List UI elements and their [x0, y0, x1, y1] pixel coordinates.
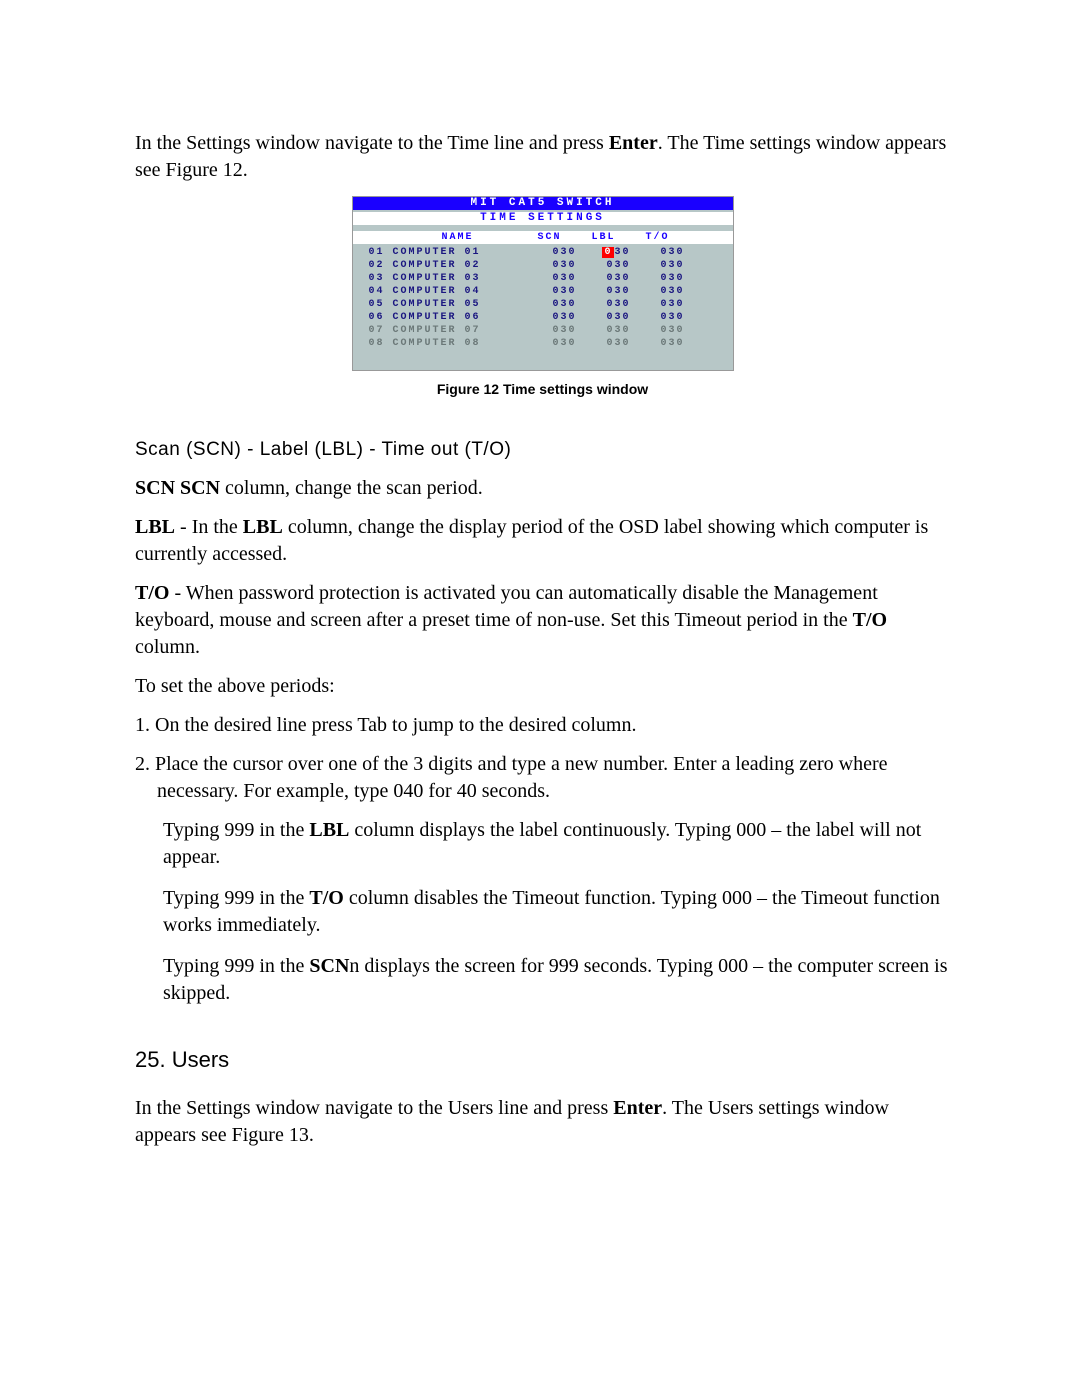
osd-subtitle: TIME SETTINGS — [353, 212, 733, 225]
row-to: 030 — [631, 246, 685, 259]
row-num: 07 — [359, 324, 393, 337]
table-row: 07COMPUTER 07030030030 — [353, 324, 733, 337]
page: In the Settings window navigate to the T… — [0, 0, 1080, 1221]
note-scn: Typing 999 in the SCNn displays the scre… — [163, 953, 950, 1007]
row-num: 01 — [359, 246, 393, 259]
to-paragraph: T/O - When password protection is activa… — [135, 580, 950, 661]
table-row: 03COMPUTER 03030030030 — [353, 272, 733, 285]
scan-label-line: Scan (SCN) - Label (LBL) - Time out (T/O… — [135, 437, 950, 463]
osd-headers: NAME SCN LBL T/O — [353, 231, 733, 244]
note-to: Typing 999 in the T/O column disables th… — [163, 885, 950, 939]
row-lbl: 030 — [577, 337, 631, 350]
row-name: COMPUTER 01 — [393, 246, 523, 259]
row-scn: 030 — [523, 246, 577, 259]
scn-bold: SCN SCN — [135, 477, 220, 499]
row-num: 08 — [359, 337, 393, 350]
scn-paragraph: SCN SCN column, change the scan period. — [135, 475, 950, 502]
to-set-heading: To set the above periods: — [135, 673, 950, 700]
lbl-mid: - In the — [175, 516, 243, 538]
row-lbl: 030 — [577, 298, 631, 311]
row-scn: 030 — [523, 259, 577, 272]
hdr-name: NAME — [393, 232, 523, 243]
row-to: 030 — [631, 272, 685, 285]
row-scn: 030 — [523, 272, 577, 285]
to-b2: T/O — [853, 609, 887, 631]
row-scn: 030 — [523, 311, 577, 324]
row-to: 030 — [631, 324, 685, 337]
lbl-b1: LBL — [135, 516, 175, 538]
row-name: COMPUTER 02 — [393, 259, 523, 272]
row-to: 030 — [631, 285, 685, 298]
intro-text-1: In the Settings window navigate to the T… — [135, 132, 609, 154]
row-to: 030 — [631, 259, 685, 272]
row-scn: 030 — [523, 337, 577, 350]
table-row: 06COMPUTER 06030030030 — [353, 311, 733, 324]
row-num: 02 — [359, 259, 393, 272]
row-lbl: 030 — [577, 259, 631, 272]
row-to: 030 — [631, 311, 685, 324]
table-row: 01COMPUTER 01030030030 — [353, 246, 733, 259]
table-row: 02COMPUTER 02030030030 — [353, 259, 733, 272]
table-row: 08COMPUTER 08030030030 — [353, 337, 733, 350]
note-lbl: Typing 999 in the LBL column displays th… — [163, 817, 950, 871]
row-to: 030 — [631, 298, 685, 311]
hdr-to: T/O — [631, 232, 685, 243]
row-num: 05 — [359, 298, 393, 311]
row-to: 030 — [631, 337, 685, 350]
osd-rows: 01COMPUTER 0103003003002COMPUTER 0203003… — [353, 246, 733, 350]
lbl-b2: LBL — [243, 516, 283, 538]
step-1: 1. On the desired line press Tab to jump… — [135, 712, 950, 739]
scn-rest: column, change the scan period. — [220, 477, 483, 499]
row-num: 04 — [359, 285, 393, 298]
intro-enter: Enter — [609, 132, 658, 154]
lbl-paragraph: LBL - In the LBL column, change the disp… — [135, 514, 950, 568]
step-2: 2. Place the cursor over one of the 3 di… — [135, 751, 950, 805]
row-scn: 030 — [523, 324, 577, 337]
cursor: 0 — [602, 247, 614, 258]
intro-paragraph: In the Settings window navigate to the T… — [135, 130, 950, 184]
figure-caption: Figure 12 Time settings window — [135, 381, 950, 397]
row-num: 06 — [359, 311, 393, 324]
to-rest: column. — [135, 636, 200, 658]
figure-12: MIT CAT5 SWITCH TIME SETTINGS NAME SCN L… — [135, 196, 950, 371]
row-name: COMPUTER 04 — [393, 285, 523, 298]
to-b1: T/O — [135, 582, 169, 604]
row-num: 03 — [359, 272, 393, 285]
row-scn: 030 — [523, 285, 577, 298]
osd-titlebar: MIT CAT5 SWITCH — [353, 197, 733, 212]
row-name: COMPUTER 03 — [393, 272, 523, 285]
table-row: 04COMPUTER 04030030030 — [353, 285, 733, 298]
hdr-scn: SCN — [523, 232, 577, 243]
row-lbl: 030 — [577, 324, 631, 337]
section-25-users: 25. Users — [135, 1047, 950, 1073]
hdr-lbl: LBL — [577, 232, 631, 243]
row-lbl: 030 — [577, 246, 631, 259]
row-scn: 030 — [523, 298, 577, 311]
row-lbl: 030 — [577, 311, 631, 324]
row-lbl: 030 — [577, 285, 631, 298]
row-lbl: 030 — [577, 272, 631, 285]
table-row: 05COMPUTER 05030030030 — [353, 298, 733, 311]
osd-window: MIT CAT5 SWITCH TIME SETTINGS NAME SCN L… — [352, 196, 734, 371]
outro-paragraph: In the Settings window navigate to the U… — [135, 1095, 950, 1149]
row-name: COMPUTER 07 — [393, 324, 523, 337]
row-name: COMPUTER 08 — [393, 337, 523, 350]
row-name: COMPUTER 05 — [393, 298, 523, 311]
row-name: COMPUTER 06 — [393, 311, 523, 324]
to-mid: - When password protection is activated … — [135, 582, 878, 631]
